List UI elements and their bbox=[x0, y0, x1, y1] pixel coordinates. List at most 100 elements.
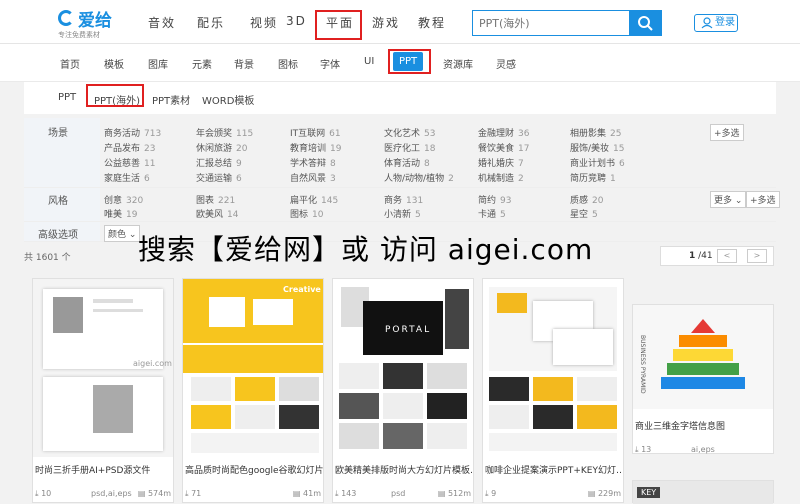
filter-option[interactable]: 质感 20 bbox=[570, 193, 603, 206]
file-size: ▤ 512m bbox=[437, 489, 471, 498]
style-filter-row: 风格 创意 320 图表 221 扁平化 145 商务 131 简约 93 质感 20 唯美 19 欧美风 1… bbox=[24, 188, 780, 222]
file-format: ai,eps bbox=[691, 445, 715, 454]
result-card[interactable]: PORTAL 欧美精美排版时尚大方幻灯片模板… ⤓ 143 psd ▤ 512m bbox=[332, 278, 474, 503]
tab-ppt-material[interactable]: PPT素材 bbox=[152, 92, 190, 107]
card-thumbnail[interactable]: aigei.com bbox=[33, 279, 173, 457]
result-card[interactable]: aigei.com 时尚三折手册AI+PSD源文件 ⤓ 10 psd,ai,ep… bbox=[32, 278, 174, 503]
logo-icon bbox=[58, 10, 74, 26]
highlight-box-tab bbox=[86, 84, 144, 107]
subnav-gallery[interactable]: 图库 bbox=[148, 56, 168, 71]
subnav-inspiration[interactable]: 灵感 bbox=[496, 56, 516, 71]
card-thumbnail[interactable]: BUSINESS PYRAMID bbox=[633, 305, 773, 409]
card-thumbnail[interactable]: PORTAL bbox=[333, 279, 473, 457]
filter-option[interactable]: 学术答辩 8 bbox=[290, 156, 336, 169]
nav-music[interactable]: 配乐 bbox=[197, 14, 225, 31]
style-more-select[interactable]: 更多 ⌄ bbox=[710, 191, 747, 208]
next-page-button[interactable]: > bbox=[747, 249, 767, 263]
filter-option[interactable]: 休闲旅游 20 bbox=[196, 141, 247, 154]
search-button[interactable] bbox=[629, 10, 662, 36]
result-card[interactable]: KEY bbox=[632, 480, 774, 504]
subnav-home[interactable]: 首页 bbox=[60, 56, 80, 71]
filter-option[interactable]: 唯美 19 bbox=[104, 207, 137, 220]
filter-option[interactable]: 图标 10 bbox=[290, 207, 323, 220]
filter-option[interactable]: 年会颁奖 115 bbox=[196, 126, 253, 139]
card-title[interactable]: 高品质时尚配色google谷歌幻灯片… bbox=[185, 463, 323, 476]
subnav-element[interactable]: 元素 bbox=[192, 56, 212, 71]
search-input[interactable] bbox=[473, 11, 628, 35]
card-thumbnail[interactable]: Creative bbox=[183, 279, 323, 457]
nav-3d[interactable]: 3D bbox=[286, 14, 307, 28]
file-format: psd,ai,eps bbox=[91, 489, 132, 498]
filter-option[interactable]: 金融理财 36 bbox=[478, 126, 529, 139]
tab-word-template[interactable]: WORD模板 bbox=[202, 92, 254, 107]
search-box bbox=[472, 10, 662, 36]
filter-option[interactable]: 婚礼婚庆 7 bbox=[478, 156, 524, 169]
filter-option[interactable]: 图表 221 bbox=[196, 193, 235, 206]
card-thumbnail[interactable] bbox=[483, 279, 623, 457]
filter-option[interactable]: 星空 5 bbox=[570, 207, 598, 220]
highlight-box-subnav bbox=[388, 49, 431, 74]
filter-option[interactable]: 产品发布 23 bbox=[104, 141, 155, 154]
subnav-icon[interactable]: 图标 bbox=[278, 56, 298, 71]
filter-option[interactable]: 商务活动 713 bbox=[104, 126, 161, 139]
filter-option[interactable]: 教育培训 19 bbox=[290, 141, 341, 154]
subnav-ui[interactable]: UI bbox=[364, 56, 374, 67]
scene-label: 场景 bbox=[24, 118, 100, 187]
card-title[interactable]: 商业三维金字塔信息图 bbox=[635, 419, 773, 432]
filter-option[interactable]: 简历竞聘 1 bbox=[570, 171, 616, 184]
filter-option[interactable]: 服饰/美妆 15 bbox=[570, 141, 625, 154]
result-card[interactable]: Creative 高品质时尚配色google谷歌幻灯片… ⤓ 71 ▤ 41m bbox=[182, 278, 324, 503]
filter-option[interactable]: 简约 93 bbox=[478, 193, 511, 206]
filter-option[interactable]: 体育活动 8 bbox=[384, 156, 430, 169]
subnav-background[interactable]: 背景 bbox=[234, 56, 254, 71]
file-format: psd bbox=[391, 489, 406, 498]
filter-option[interactable]: 交通运输 6 bbox=[196, 171, 242, 184]
filter-option[interactable]: 小清新 5 bbox=[384, 207, 421, 220]
filter-option[interactable]: 创意 320 bbox=[104, 193, 143, 206]
result-card[interactable]: 咖啡企业提案演示PPT+KEY幻灯… ⤓ 9 ▤ 229m bbox=[482, 278, 624, 503]
nav-game[interactable]: 游戏 bbox=[372, 14, 400, 31]
card-title[interactable]: 欧美精美排版时尚大方幻灯片模板… bbox=[335, 463, 473, 476]
filter-option[interactable]: 人物/动物/植物 2 bbox=[384, 171, 454, 184]
card-thumbnail[interactable]: KEY bbox=[633, 481, 773, 504]
style-multi-select[interactable]: +多选 bbox=[746, 191, 780, 208]
site-logo[interactable]: 爱给 专注免费素材 bbox=[58, 8, 128, 39]
filter-option[interactable]: IT互联网 61 bbox=[290, 126, 341, 139]
filter-option[interactable]: 公益慈善 11 bbox=[104, 156, 155, 169]
thumb-pyramid-label: BUSINESS PYRAMID bbox=[639, 335, 646, 394]
subnav-font[interactable]: 字体 bbox=[320, 56, 340, 71]
watermark-overlay-text: 搜索【爱给网】或 访问 aigei.com bbox=[138, 233, 594, 266]
filter-option[interactable]: 餐饮美食 17 bbox=[478, 141, 529, 154]
filter-option[interactable]: 欧美风 14 bbox=[196, 207, 238, 220]
filter-option[interactable]: 自然风景 3 bbox=[290, 171, 336, 184]
filter-option[interactable]: 文化艺术 53 bbox=[384, 126, 435, 139]
filter-option[interactable]: 家庭生活 6 bbox=[104, 171, 150, 184]
filter-option[interactable]: 机械制造 2 bbox=[478, 171, 524, 184]
filter-option[interactable]: 扁平化 145 bbox=[290, 193, 338, 206]
download-count: ⤓ 143 bbox=[335, 489, 357, 498]
filter-option[interactable]: 商业计划书 6 bbox=[570, 156, 625, 169]
filter-option[interactable]: 汇报总结 9 bbox=[196, 156, 242, 169]
thumb-creative-label: Creative bbox=[283, 285, 321, 294]
login-label: 登录 bbox=[715, 17, 735, 28]
nav-tutorial[interactable]: 教程 bbox=[418, 14, 446, 31]
filter-option[interactable]: 相册影集 25 bbox=[570, 126, 621, 139]
scene-multi-select[interactable]: +多选 bbox=[710, 124, 744, 141]
result-card[interactable]: BUSINESS PYRAMID 商业三维金字塔信息图 ⤓ 13 ai,eps bbox=[632, 304, 774, 454]
prev-page-button[interactable]: < bbox=[717, 249, 737, 263]
card-title[interactable]: 咖啡企业提案演示PPT+KEY幻灯… bbox=[485, 463, 623, 476]
filter-option[interactable]: 商务 131 bbox=[384, 193, 423, 206]
color-select[interactable]: 颜色 ⌄ bbox=[104, 225, 141, 242]
nav-video[interactable]: 视频 bbox=[250, 14, 278, 31]
subnav-resource[interactable]: 资源库 bbox=[443, 56, 473, 71]
card-title[interactable]: 时尚三折手册AI+PSD源文件 bbox=[35, 463, 173, 476]
download-count: ⤓ 71 bbox=[185, 489, 202, 498]
nav-sound[interactable]: 音效 bbox=[148, 14, 176, 31]
login-button[interactable]: 登录 bbox=[694, 14, 738, 32]
filter-option[interactable]: 卡通 5 bbox=[478, 207, 506, 220]
filter-option[interactable]: 医疗化工 18 bbox=[384, 141, 435, 154]
subnav-template[interactable]: 模板 bbox=[104, 56, 124, 71]
advanced-label: 高级选项 bbox=[24, 222, 100, 241]
file-size: ▤ 229m bbox=[587, 489, 621, 498]
tab-ppt[interactable]: PPT bbox=[58, 92, 76, 103]
